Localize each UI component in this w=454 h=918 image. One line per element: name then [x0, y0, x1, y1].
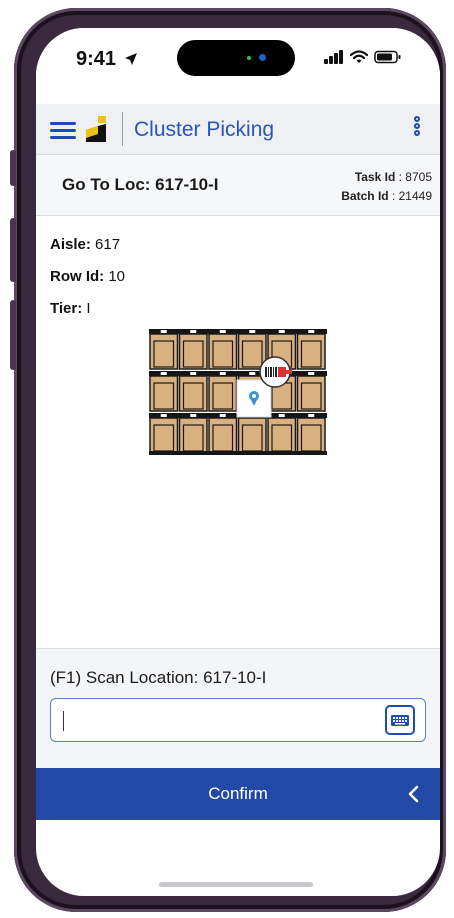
row-value: 10	[104, 268, 126, 285]
rack-label	[190, 372, 197, 375]
rack-label	[278, 330, 285, 333]
status-icons	[324, 50, 402, 64]
batch-id-label: Batch Id	[341, 189, 389, 203]
highlighted-slot	[236, 379, 272, 418]
task-id-label: Task Id	[354, 170, 396, 184]
rack-label	[308, 330, 315, 333]
keyboard-button[interactable]	[385, 705, 415, 735]
tier-line: Tier: I	[50, 300, 91, 317]
go-to-location: Go To Loc: 617-10-I	[62, 175, 219, 194]
rack-label	[160, 372, 167, 375]
rack-label	[308, 372, 315, 375]
app-bar-divider	[122, 112, 123, 146]
rack-label	[278, 414, 285, 417]
aisle-line: Aisle: 617	[50, 236, 120, 253]
home-indicator	[159, 882, 313, 887]
rack-label	[219, 330, 226, 333]
batch-id-value: : 21449	[391, 189, 432, 203]
app-bar: Cluster Picking	[36, 104, 440, 155]
rack-illustration	[149, 329, 327, 455]
app-title: Cluster Picking	[134, 118, 275, 141]
scan-section: (F1) Scan Location: 617-10-I	[36, 648, 440, 769]
status-time-text: 9:41	[76, 48, 117, 70]
rack-label	[219, 414, 226, 417]
rack-base	[149, 451, 327, 455]
rack-label	[308, 414, 315, 417]
tier-value: I	[82, 300, 91, 317]
rack-label	[160, 414, 167, 417]
task-meta: Task Id : 8705 Batch Id : 21449	[341, 168, 432, 206]
app-logo	[86, 116, 106, 142]
confirm-button[interactable]: Confirm	[36, 768, 440, 820]
aisle-value: 617	[90, 236, 121, 253]
task-id-value: : 8705	[398, 170, 432, 184]
phone-screen: 9:41 Cluster Picking Go To Loc: 617-10-I…	[36, 28, 440, 896]
status-time: 9:41	[76, 48, 138, 71]
scan-location-input[interactable]	[59, 705, 373, 737]
side-button-volume-down	[10, 300, 16, 370]
rack-label	[190, 330, 197, 333]
aisle-label: Aisle:	[50, 236, 91, 253]
task-header: Go To Loc: 617-10-I Task Id : 8705 Batch…	[36, 155, 440, 216]
location-arrow-icon	[124, 53, 137, 65]
rack-label	[219, 372, 226, 375]
tier-label: Tier:	[50, 300, 83, 317]
menu-icon[interactable]	[50, 122, 76, 140]
status-bar: 9:41	[36, 28, 440, 104]
dynamic-island	[177, 40, 295, 76]
side-button-mute	[10, 150, 16, 186]
row-label: Row Id:	[50, 268, 105, 285]
task-id: Task Id : 8705	[341, 168, 432, 187]
confirm-label: Confirm	[208, 784, 268, 803]
scan-location-label: (F1) Scan Location: 617-10-I	[50, 668, 267, 687]
rack-label	[190, 414, 197, 417]
keyboard-icon	[391, 715, 409, 726]
battery-icon	[374, 50, 401, 64]
text-caret	[63, 711, 64, 731]
side-button-volume-up	[10, 218, 16, 282]
batch-id: Batch Id : 21449	[341, 187, 432, 206]
rack-label	[249, 330, 256, 333]
rack-label	[249, 372, 256, 375]
more-vertical-icon[interactable]	[414, 116, 424, 142]
wifi-icon	[350, 50, 368, 63]
signal-icon	[324, 50, 343, 64]
scan-field-container	[50, 698, 426, 742]
chevron-left-icon[interactable]	[404, 782, 424, 806]
row-line: Row Id: 10	[50, 268, 125, 285]
rack-label	[160, 330, 167, 333]
